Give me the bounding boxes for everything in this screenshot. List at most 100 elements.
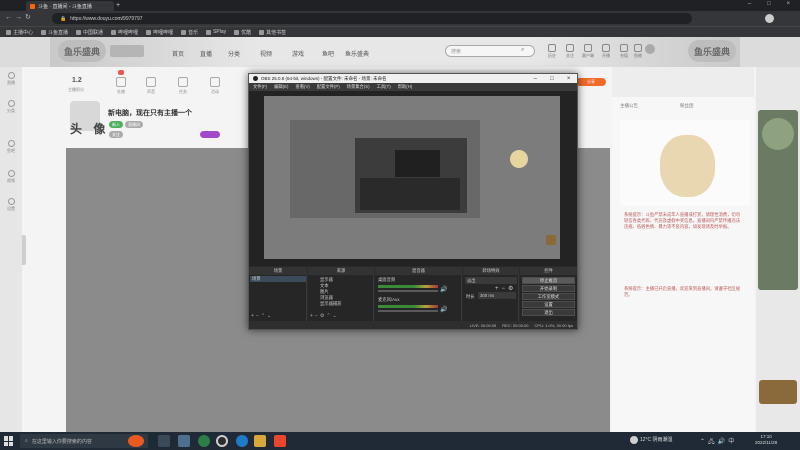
scene-item[interactable]: 场景 [250, 276, 306, 282]
sidebar-item-video[interactable]: 视频 [2, 170, 20, 184]
maximize-icon[interactable]: □ [550, 76, 554, 82]
nav-festival[interactable]: 鱼乐盛典 [345, 49, 369, 58]
obs-menu-item[interactable]: 配置文件(P) [317, 84, 340, 90]
mic-volume-slider[interactable] [378, 310, 438, 312]
obs-menu-item[interactable]: 查看(V) [295, 84, 309, 90]
streamer-name[interactable]: 头 像 [70, 120, 109, 137]
nav-live[interactable]: 直播 [200, 49, 212, 58]
top-broadcast[interactable]: 开播 [596, 44, 616, 59]
bookmark-item[interactable]: 中国联通 [76, 29, 103, 36]
scenes-dock-header: 场景 [249, 267, 307, 275]
festival-logo-left[interactable]: 鱼乐盛典 [58, 40, 106, 62]
bookmark-item[interactable]: 斗鱼直播 [41, 29, 68, 36]
desktop-volume-slider[interactable] [378, 290, 438, 292]
windows-start-icon[interactable] [4, 436, 14, 446]
user-avatar[interactable] [645, 44, 655, 54]
tab-fans[interactable]: 粉丝团 [680, 100, 735, 112]
wechat-icon[interactable] [198, 435, 210, 447]
room-action-event[interactable]: 活动 [204, 77, 226, 95]
search-icon: ⌕ [25, 438, 28, 444]
browser-tab[interactable]: 斗鱼 · 直播间 - 斗鱼直播 [26, 1, 114, 11]
sidebar-collapse-handle[interactable] [22, 235, 26, 265]
bookmark-item[interactable]: 主播中心 [6, 29, 33, 36]
transition-add-remove[interactable]: +−⚙ [495, 285, 516, 292]
top-history[interactable]: 历史 [542, 44, 562, 59]
tag-follow[interactable]: 关注 [109, 131, 123, 138]
bookmark-item[interactable]: 优酷 [234, 29, 251, 36]
nav-buttons[interactable]: ←→↻ [5, 13, 34, 21]
fan-badge[interactable] [200, 131, 220, 138]
nav-category[interactable]: 分类 [228, 49, 240, 58]
window-controls[interactable]: – □ × [740, 1, 798, 10]
transition-select[interactable]: 淡出 [465, 277, 517, 284]
nav-game[interactable]: 游戏 [292, 49, 304, 58]
nav-home[interactable]: 首页 [172, 49, 184, 58]
source-item[interactable]: 显示器捕获 [312, 301, 341, 307]
settings-button[interactable]: 设置 [522, 301, 575, 308]
exit-button[interactable]: 退出 [522, 309, 575, 316]
sidebar-item-settings[interactable]: 设置 [2, 198, 20, 212]
sidebar-item-yuba[interactable]: 鱼吧 [2, 140, 20, 154]
sidebar-item-category[interactable]: 分类 [2, 100, 20, 114]
bookmark-item[interactable]: 音乐 [181, 29, 198, 36]
mic-audio-meter [378, 305, 438, 308]
minimize-icon[interactable]: – [534, 76, 537, 82]
reload-icon[interactable]: ↻ [25, 14, 34, 21]
start-recording-button[interactable]: 开始录制 [522, 285, 575, 292]
bookmark-favicon-icon [41, 29, 47, 35]
top-client[interactable]: 客户端 [578, 44, 598, 59]
douyu-logo[interactable] [110, 45, 144, 57]
activity-entry-button[interactable] [759, 380, 797, 404]
nav-yuba[interactable]: 鱼吧 [322, 49, 334, 58]
studio-mode-button[interactable]: 工作室模式 [522, 293, 575, 300]
bookmark-item[interactable]: 其他书签 [259, 29, 286, 36]
app-icon[interactable] [274, 435, 286, 447]
obs-taskbar-icon[interactable] [216, 435, 228, 447]
bookmark-item[interactable]: SPlay [206, 29, 226, 35]
speaker-icon[interactable]: 🔊 [440, 286, 447, 293]
url-bar[interactable]: 🔒 https://www.douyu.com/9979797 [52, 13, 692, 24]
top-follow[interactable]: 关注 [560, 44, 580, 59]
obs-menu-item[interactable]: 工具(T) [377, 84, 391, 90]
room-action-sound[interactable]: 声音 [140, 77, 162, 95]
file-explorer-icon[interactable] [178, 435, 190, 447]
new-tab-button[interactable]: + [116, 2, 120, 9]
obs-menu-item[interactable]: 编辑(E) [274, 84, 288, 90]
nav-video[interactable]: 视频 [260, 49, 272, 58]
share-button[interactable]: 分享 [576, 78, 606, 86]
duration-input[interactable]: 300 ms [478, 292, 516, 299]
close-icon[interactable]: × [787, 1, 791, 10]
taskbar-weather[interactable]: 12°C 阴雨潮湿 [640, 436, 673, 443]
taskbar-clock[interactable]: 17:10 2022/11/28 [755, 434, 777, 446]
bookmark-item[interactable]: 哔哩哔哩 [111, 29, 138, 36]
source-toolbar[interactable]: +−⚙⌃⌄ [310, 313, 339, 319]
forward-icon[interactable]: → [15, 14, 25, 21]
bookmark-label: 优酷 [241, 29, 252, 36]
sidebar-item-live[interactable]: 直播 [2, 72, 20, 86]
folder-icon[interactable] [254, 435, 266, 447]
room-action-task[interactable]: 任务 [172, 77, 194, 95]
obs-menu-item[interactable]: 帮助(H) [398, 84, 413, 90]
close-icon[interactable]: × [567, 76, 571, 82]
stop-streaming-button[interactable]: 停止推流 [522, 277, 575, 284]
mic-speaker-icon[interactable]: 🔊 [440, 306, 447, 313]
task-view-icon[interactable] [158, 435, 170, 447]
room-action-label: 声音 [147, 89, 155, 94]
obs-window-controls[interactable]: – □ × [527, 74, 577, 83]
maximize-icon[interactable]: □ [767, 1, 771, 10]
minimize-icon[interactable]: – [748, 1, 751, 10]
edge-icon[interactable] [236, 435, 248, 447]
sidebar-label: 视频 [7, 178, 15, 183]
room-action-gift[interactable]: 礼物 [110, 77, 132, 95]
scene-toolbar[interactable]: +−⌃⌄ [251, 313, 273, 319]
search-icon[interactable]: ⌕ [521, 47, 524, 54]
tray-icons[interactable]: ⌃🖧🔊中 [700, 436, 737, 447]
bookmark-item[interactable]: 哔哩哔哩 [146, 29, 173, 36]
back-icon[interactable]: ← [5, 14, 15, 21]
obs-menu-item[interactable]: 场景集合(S) [347, 84, 370, 90]
profile-avatar[interactable] [765, 14, 774, 23]
festival-logo-right[interactable]: 鱼乐盛典 [688, 40, 736, 62]
obs-menu-item[interactable]: 文件(F) [253, 84, 267, 90]
sources-dock-header: 来源 [308, 267, 374, 275]
tab-notice[interactable]: 主播公告 [620, 100, 675, 112]
